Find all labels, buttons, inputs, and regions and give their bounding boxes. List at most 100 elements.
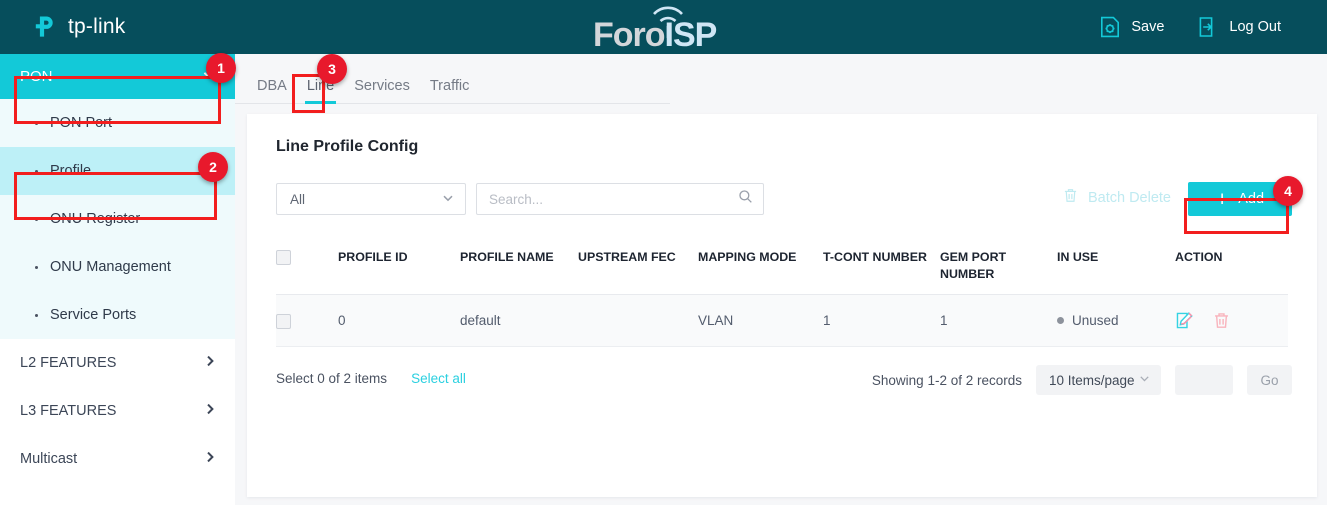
chevron-down-icon (441, 191, 455, 208)
chevron-right-icon (203, 402, 217, 420)
footer-left: Select 0 of 2 items Select all (276, 371, 466, 386)
col-gem-port-number: GEM PORT NUMBER (940, 241, 1057, 295)
sidebar-item-label: L3 FEATURES (20, 403, 116, 419)
add-button[interactable]: + Add (1188, 182, 1292, 216)
brand-name: tp-link (68, 15, 125, 39)
sidebar-item-profile[interactable]: Profile (0, 147, 235, 195)
cell-gem-port-number: 1 (940, 295, 1057, 347)
bullet-icon (35, 218, 38, 221)
table-header-row: PROFILE ID PROFILE NAME UPSTREAM FEC MAP… (276, 241, 1288, 295)
table-body: 0 default VLAN 1 1 Unused (276, 295, 1288, 347)
logout-label: Log Out (1229, 19, 1281, 35)
tab-traffic[interactable]: Traffic (420, 78, 479, 103)
status-dot-icon (1057, 317, 1064, 324)
chevron-right-icon (203, 450, 217, 468)
bullet-icon (35, 266, 38, 269)
col-tcont-number: T-CONT NUMBER (823, 241, 940, 295)
cell-profile-id: 0 (338, 295, 460, 347)
sidebar-item-label: Service Ports (50, 307, 136, 323)
add-label: Add (1238, 191, 1264, 207)
row-actions (1175, 311, 1288, 330)
save-button[interactable]: Save (1082, 15, 1180, 39)
col-mapping-mode: MAPPING MODE (698, 241, 823, 295)
sidebar-item-label: L2 FEATURES (20, 355, 116, 371)
sidebar-item-service-ports[interactable]: Service Ports (0, 291, 235, 339)
sidebar-item-onu-management[interactable]: ONU Management (0, 243, 235, 291)
line-profile-table: PROFILE ID PROFILE NAME UPSTREAM FEC MAP… (276, 241, 1288, 347)
col-profile-id: PROFILE ID (338, 241, 460, 295)
chevron-down-icon (201, 67, 217, 87)
edit-icon[interactable] (1175, 311, 1194, 330)
line-profile-card: Line Profile Config All (247, 114, 1317, 497)
sidebar-item-label: PON Port (50, 115, 112, 131)
status-badge: Unused (1057, 313, 1175, 328)
select-all-header (276, 241, 338, 295)
trash-icon (1062, 187, 1079, 208)
tplink-logo-icon (33, 13, 61, 41)
footer-right: Showing 1-2 of 2 records 10 Items/page G… (872, 365, 1292, 395)
col-upstream-fec: UPSTREAM FEC (578, 241, 698, 295)
batch-delete-label: Batch Delete (1088, 190, 1171, 206)
table-row[interactable]: 0 default VLAN 1 1 Unused (276, 295, 1288, 347)
save-gear-icon (1098, 15, 1122, 39)
bullet-icon (35, 170, 38, 173)
filter-select-value: All (290, 192, 305, 207)
cell-mapping-mode: VLAN (698, 295, 823, 347)
bullet-icon (35, 314, 38, 317)
sidebar-item-onu-register[interactable]: ONU Register (0, 195, 235, 243)
sidebar-item-pon-port[interactable]: PON Port (0, 99, 235, 147)
bullet-icon (35, 122, 38, 125)
sidebar: PON PON Port Profile ONU Register (0, 54, 235, 505)
page-jump-input[interactable] (1175, 365, 1233, 395)
sidebar-item-l2-features[interactable]: L2 FEATURES (0, 339, 235, 387)
brand-logo: tp-link (33, 13, 125, 41)
status-label: Unused (1072, 313, 1119, 328)
batch-delete-button[interactable]: Batch Delete (1062, 187, 1171, 208)
search-icon[interactable] (738, 189, 753, 209)
sidebar-item-label: ONU Register (50, 211, 140, 227)
delete-icon[interactable] (1212, 311, 1231, 330)
search-input[interactable] (489, 192, 738, 207)
record-count: Showing 1-2 of 2 records (872, 373, 1022, 388)
sidebar-item-multicast[interactable]: Multicast (0, 435, 235, 483)
go-button[interactable]: Go (1247, 365, 1292, 395)
sidebar-group-pon[interactable]: PON (0, 54, 235, 99)
page-size-select[interactable]: 10 Items/page (1036, 365, 1161, 395)
table-footer: Select 0 of 2 items Select all Showing 1… (276, 365, 1288, 397)
row-select-cell (276, 295, 338, 347)
logout-icon (1196, 15, 1220, 39)
cell-in-use: Unused (1057, 295, 1175, 347)
save-label: Save (1131, 19, 1164, 35)
select-all-checkbox[interactable] (276, 250, 291, 265)
row-checkbox[interactable] (276, 314, 291, 329)
select-all-link[interactable]: Select all (411, 371, 466, 386)
top-bar-actions: Save Log Out (1082, 15, 1297, 39)
filter-select[interactable]: All (276, 183, 466, 215)
sidebar-item-l3-features[interactable]: L3 FEATURES (0, 387, 235, 435)
page-size-value: 10 Items/page (1049, 373, 1135, 388)
sidebar-item-label: Profile (50, 163, 91, 179)
cell-action (1175, 295, 1288, 347)
top-bar: tp-link Save (0, 0, 1327, 54)
cell-profile-name: default (460, 295, 578, 347)
col-in-use: IN USE (1057, 241, 1175, 295)
sidebar-sub-list: PON Port Profile ONU Register ONU Manage… (0, 99, 235, 339)
tab-services[interactable]: Services (344, 78, 420, 103)
main-content: DBA Line Services Traffic Line Profile C… (235, 54, 1327, 505)
logout-button[interactable]: Log Out (1180, 15, 1297, 39)
chevron-right-icon (203, 354, 217, 372)
cell-tcont-number: 1 (823, 295, 940, 347)
cell-upstream-fec (578, 295, 698, 347)
sidebar-item-label: Multicast (20, 451, 77, 467)
tab-line[interactable]: Line (297, 78, 344, 103)
page-title: Line Profile Config (247, 114, 1317, 156)
tab-dba[interactable]: DBA (247, 78, 297, 103)
tab-bar: DBA Line Services Traffic (235, 54, 670, 104)
sidebar-item-label: ONU Management (50, 259, 171, 275)
table-head: PROFILE ID PROFILE NAME UPSTREAM FEC MAP… (276, 241, 1288, 295)
sidebar-group-pon-label: PON (20, 68, 53, 85)
col-action: ACTION (1175, 241, 1288, 295)
chevron-down-icon (1138, 372, 1151, 388)
search-box[interactable] (476, 183, 764, 215)
selection-count: Select 0 of 2 items (276, 371, 387, 386)
